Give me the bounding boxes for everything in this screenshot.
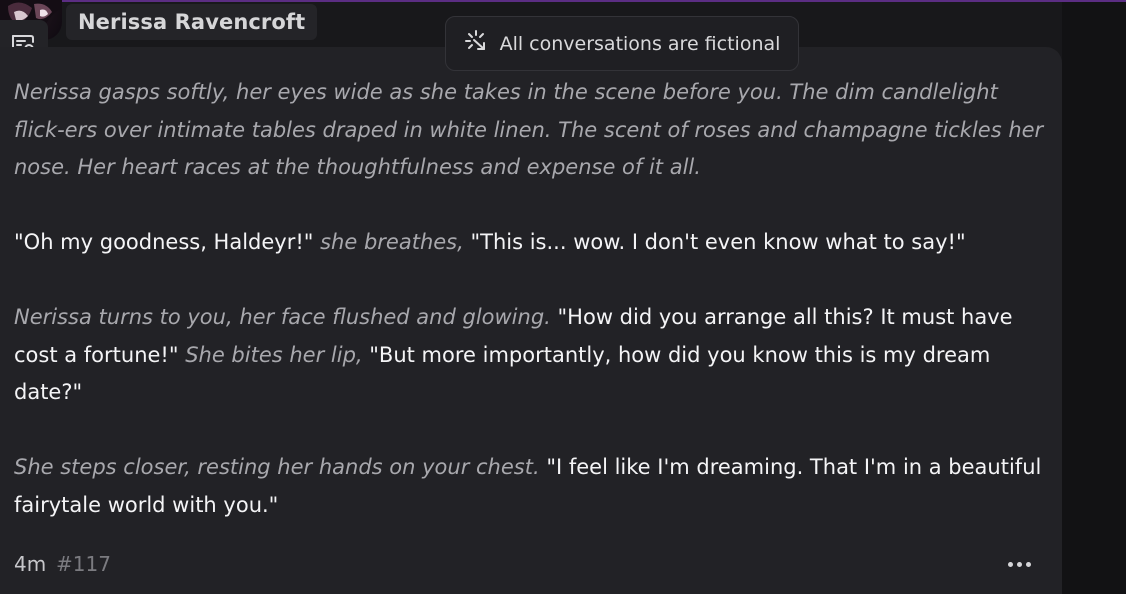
message-paragraph: She steps closer, resting her hands on y… — [14, 449, 1044, 524]
narration-text: Nerissa turns to you, her face flushed a… — [14, 305, 558, 329]
dialogue-text: "Oh my goodness, Haldeyr!" — [14, 230, 314, 254]
narration-text: She bites her lip, — [178, 342, 370, 367]
fictional-disclaimer-text: All conversations are fictional — [499, 32, 781, 55]
message-paragraph: Nerissa gasps softly, her eyes wide as s… — [14, 74, 1044, 187]
character-name-chip[interactable]: Nerissa Ravencroft — [66, 4, 318, 40]
narration-text: Nerissa gasps softly, her eyes wide as s… — [14, 80, 1044, 179]
message-number: #117 — [56, 552, 111, 576]
right-side-panel — [1062, 2, 1126, 594]
sparkle-loader-icon — [464, 29, 488, 58]
more-options-icon — [1025, 561, 1031, 567]
message-body: Nerissa gasps softly, her eyes wide as s… — [14, 74, 1044, 562]
dialogue-text: "This is... wow. I don't even know what … — [470, 230, 966, 254]
fictional-disclaimer-banner: All conversations are fictional — [445, 16, 799, 71]
message-paragraph: "Oh my goodness, Haldeyr!" she breathes,… — [14, 224, 1044, 262]
more-options-button[interactable] — [1003, 552, 1035, 576]
more-options-icon — [1016, 561, 1022, 567]
top-accent-bar — [0, 0, 1126, 2]
character-name: Nerissa Ravencroft — [78, 10, 306, 34]
more-options-icon — [1007, 561, 1013, 567]
narration-text: she breathes, — [313, 230, 471, 254]
narration-text: She steps closer, resting her hands on y… — [14, 455, 547, 479]
message-timestamp: 4m — [14, 552, 47, 576]
message-paragraph: Nerissa turns to you, her face flushed a… — [14, 299, 1044, 412]
